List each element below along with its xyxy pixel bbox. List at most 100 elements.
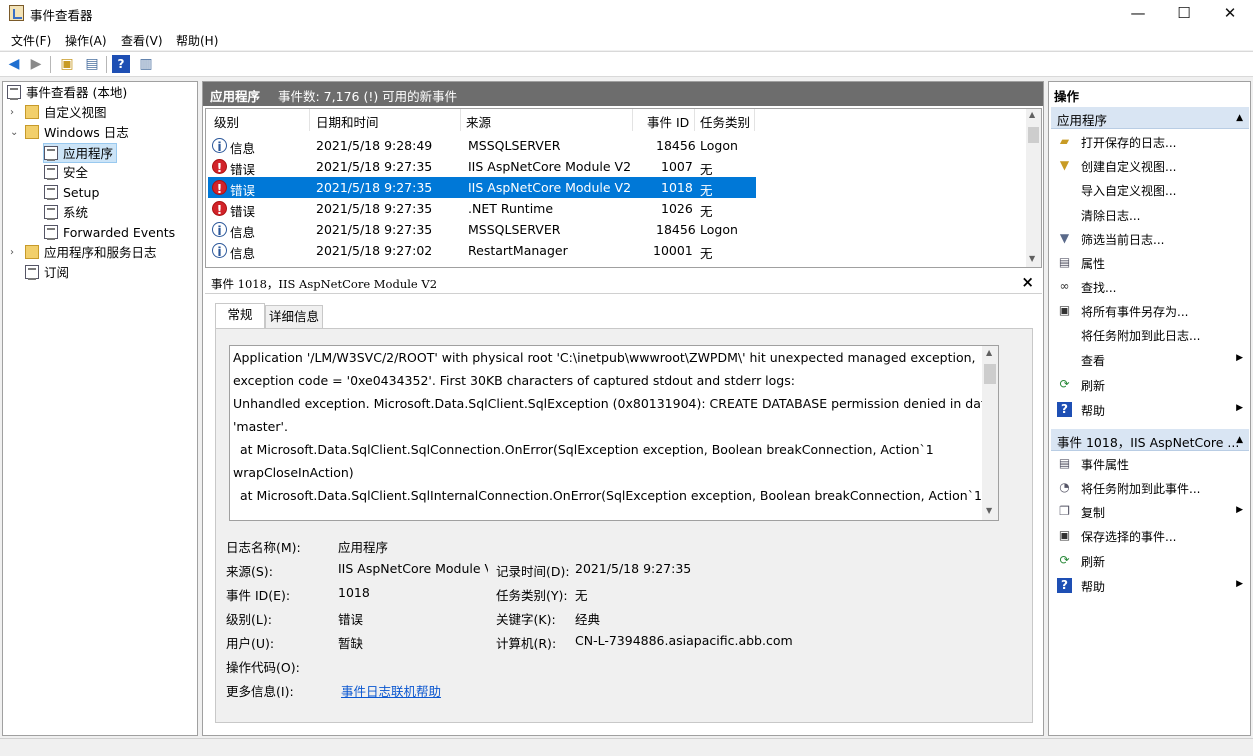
column-header-source[interactable]: 来源: [466, 112, 491, 131]
row-task: Logon: [700, 222, 738, 237]
action-copy[interactable]: ❐ 复制 ▶: [1055, 501, 1247, 523]
menu-view[interactable]: 查看(V): [121, 32, 163, 49]
table-row[interactable]: ! 错误 2021/5/18 9:27:35 .NET Runtime 1026…: [208, 198, 756, 219]
row-date: 2021/5/18 9:27:35: [316, 201, 433, 216]
chevron-right-icon[interactable]: ›: [10, 107, 14, 118]
menu-action[interactable]: 操作(A): [65, 32, 107, 49]
action-properties[interactable]: ▤ 属性: [1055, 252, 1247, 274]
column-header-task[interactable]: 任务类别: [700, 112, 750, 131]
error-icon: !: [212, 159, 227, 175]
column-divider: [460, 109, 461, 131]
action-attach-task-to-event[interactable]: ◔ 将任务附加到此事件...: [1055, 477, 1247, 499]
toolbar: ◀ ▶ ▣ ▤ ? ▥: [0, 51, 1253, 77]
action-save-selected-events[interactable]: ▣ 保存选择的事件...: [1055, 525, 1247, 547]
action-help-event[interactable]: ? 帮助 ▶: [1055, 575, 1247, 597]
event-count: 事件数: 7,176 (!) 可用的新事件: [278, 89, 458, 104]
tree-item-setup[interactable]: Setup: [44, 183, 99, 203]
action-label: 筛选当前日志...: [1081, 233, 1165, 247]
action-label: 帮助: [1081, 404, 1106, 418]
toolbar-divider: [50, 56, 51, 73]
tab-details[interactable]: 详细信息: [265, 305, 323, 328]
tree-item-label: 安全: [63, 165, 89, 180]
table-row[interactable]: ! 错误 2021/5/18 9:27:35 IIS AspNetCore Mo…: [208, 156, 756, 177]
action-refresh-event[interactable]: ⟳ 刷新: [1055, 550, 1247, 572]
action-import-custom-view[interactable]: 导入自定义视图...: [1055, 179, 1247, 201]
actions-section-application[interactable]: 应用程序 ▲: [1051, 107, 1249, 129]
table-row-selected[interactable]: ! 错误 2021/5/18 9:27:35 IIS AspNetCore Mo…: [208, 177, 756, 198]
scroll-up-icon[interactable]: ▲: [1029, 110, 1035, 119]
column-header-event-id[interactable]: 事件 ID: [647, 112, 689, 131]
column-header-date[interactable]: 日期和时间: [316, 112, 379, 131]
properties-icon: ▤: [1058, 456, 1071, 470]
title-bar: 事件查看器 — ☐ ✕: [0, 0, 1253, 28]
scrollbar-thumb[interactable]: [984, 364, 996, 384]
keywords-value: 经典: [575, 612, 601, 627]
action-label: 保存选择的事件...: [1081, 530, 1177, 544]
back-arrow-icon[interactable]: ◀: [5, 55, 23, 73]
event-id-value: 1018: [338, 585, 370, 600]
tree-item-security[interactable]: 安全: [44, 163, 88, 183]
show-hide-tree-icon[interactable]: ▤: [83, 55, 101, 73]
minimize-button[interactable]: —: [1115, 0, 1161, 28]
info-icon: i: [212, 243, 227, 259]
action-save-all-events[interactable]: ▣ 将所有事件另存为...: [1055, 300, 1247, 322]
row-date: 2021/5/18 9:27:35: [316, 180, 433, 195]
online-help-link[interactable]: 事件日志联机帮助: [341, 681, 441, 700]
menu-help[interactable]: 帮助(H): [176, 32, 218, 49]
chevron-right-icon[interactable]: ›: [10, 247, 14, 258]
collapse-icon[interactable]: ▲: [1236, 435, 1243, 445]
action-filter-current-log[interactable]: ▼ 筛选当前日志...: [1055, 228, 1247, 250]
action-view[interactable]: 查看 ▶: [1055, 349, 1247, 371]
maximize-button[interactable]: ☐: [1161, 0, 1207, 28]
column-header-level[interactable]: 级别: [214, 112, 239, 131]
chevron-down-icon[interactable]: ⌄: [10, 127, 18, 138]
collapse-icon[interactable]: ▲: [1236, 113, 1243, 123]
scroll-down-icon[interactable]: ▼: [986, 506, 992, 515]
scroll-down-icon[interactable]: ▼: [1029, 254, 1035, 263]
source-value: IIS AspNetCore Module V: [338, 561, 488, 576]
event-list-scrollbar[interactable]: ▲ ▼: [1026, 109, 1041, 267]
tree-item-forwarded-events[interactable]: Forwarded Events: [44, 223, 175, 243]
menu-file[interactable]: 文件(F): [11, 32, 51, 49]
action-label: 帮助: [1081, 580, 1106, 594]
forward-arrow-icon[interactable]: ▶: [27, 55, 45, 73]
close-button[interactable]: ✕: [1207, 0, 1253, 28]
tree-item-subscriptions[interactable]: 订阅: [25, 263, 69, 283]
action-find[interactable]: ∞ 查找...: [1055, 276, 1247, 298]
show-action-pane-icon[interactable]: ▥: [137, 55, 155, 73]
help-icon[interactable]: ?: [112, 55, 130, 73]
event-message-box[interactable]: Application '/LM/W3SVC/2/ROOT' with phys…: [229, 345, 999, 521]
action-open-saved-log[interactable]: ▰ 打开保存的日志...: [1055, 131, 1247, 153]
close-icon[interactable]: ×: [1021, 273, 1034, 291]
actions-section-event[interactable]: 事件 1018，IIS AspNetCore ... ▲: [1051, 429, 1249, 451]
action-create-custom-view[interactable]: ▼ 创建自定义视图...: [1055, 155, 1247, 177]
tree-item-root[interactable]: 事件查看器 (本地): [7, 83, 127, 103]
action-label: 属性: [1081, 257, 1106, 271]
tree-item-custom-views[interactable]: 自定义视图: [25, 103, 107, 123]
tree-item-app-service-logs[interactable]: 应用程序和服务日志: [25, 243, 157, 263]
action-event-properties[interactable]: ▤ 事件属性: [1055, 453, 1247, 475]
scroll-up-icon[interactable]: ▲: [986, 348, 992, 357]
scrollbar-thumb[interactable]: [1028, 127, 1039, 143]
table-row[interactable]: i 信息 2021/5/18 9:27:35 MSSQLSERVER 18456…: [208, 219, 756, 240]
up-folder-icon[interactable]: ▣: [58, 55, 76, 73]
tree-item-system[interactable]: 系统: [44, 203, 88, 223]
action-clear-log[interactable]: 清除日志...: [1055, 204, 1247, 226]
column-divider: [309, 109, 310, 131]
row-source: IIS AspNetCore Module V2: [468, 180, 632, 195]
tab-general[interactable]: 常规: [215, 303, 265, 328]
action-refresh[interactable]: ⟳ 刷新: [1055, 374, 1247, 396]
computer-label: 计算机(R):: [496, 636, 557, 651]
copy-icon: ❐: [1059, 504, 1070, 518]
action-attach-task-to-log[interactable]: 将任务附加到此日志...: [1055, 324, 1247, 346]
table-row[interactable]: i 信息 2021/5/18 9:27:02 RestartManager 10…: [208, 240, 756, 261]
message-scrollbar[interactable]: ▲ ▼: [982, 346, 998, 520]
event-id-label: 事件 ID(E):: [226, 588, 291, 603]
action-help[interactable]: ? 帮助 ▶: [1055, 399, 1247, 421]
action-label: 打开保存的日志...: [1081, 136, 1177, 150]
tree-item-application[interactable]: 应用程序: [43, 143, 118, 163]
tree-item-windows-logs[interactable]: Windows 日志: [25, 123, 129, 143]
message-line: at Microsoft.Data.SqlClient.SqlInternalC…: [240, 488, 982, 503]
log-icon: [44, 165, 58, 180]
table-row[interactable]: i 信息 2021/5/18 9:28:49 MSSQLSERVER 18456…: [208, 135, 756, 156]
